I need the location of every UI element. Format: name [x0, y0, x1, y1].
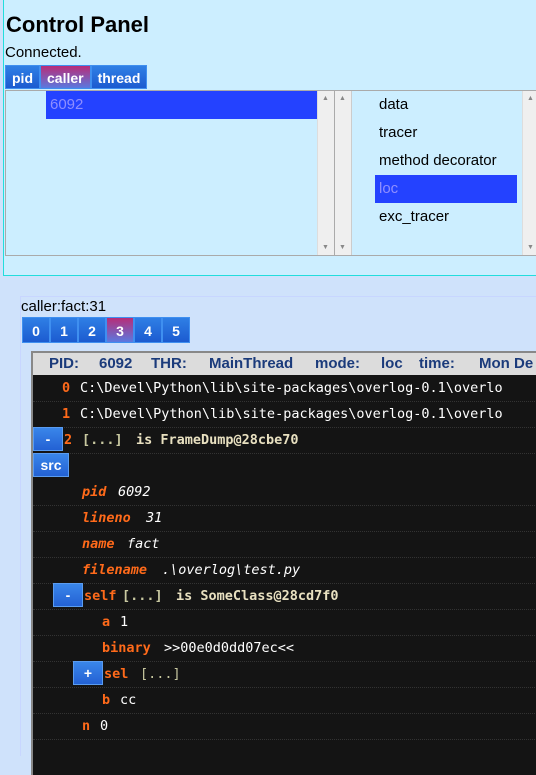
time-label: time:: [419, 355, 455, 372]
field-key: pid: [82, 484, 107, 500]
field-value: >>00e0d0dd07ec<<: [164, 640, 295, 656]
pid-value: 6092: [99, 355, 133, 372]
field-key: sel: [104, 666, 129, 682]
frame-path: C:\Devel\Python\lib\site-packages\overlo…: [80, 380, 503, 396]
field-key: self: [84, 588, 117, 604]
list-item-method-decorator[interactable]: method decorator: [375, 147, 517, 175]
field-value: cc: [120, 692, 137, 708]
pid-list-scrollbar[interactable]: ▲ ▼: [317, 91, 334, 255]
scroll-down-icon[interactable]: ▼: [339, 244, 346, 251]
expand-button[interactable]: +: [73, 661, 103, 685]
tree-row-b: b cc: [33, 687, 536, 714]
control-panel: Control Panel Connected. pid caller thre…: [3, 0, 536, 276]
field-key: b: [102, 692, 111, 708]
list-item-exc-tracer[interactable]: exc_tracer: [375, 203, 517, 231]
frame-tree: 0 C:\Devel\Python\lib\site-packages\over…: [31, 375, 536, 775]
time-value: Mon De: [479, 355, 534, 372]
field-key: binary: [102, 640, 151, 656]
field-key: a: [102, 614, 111, 630]
scroll-up-icon[interactable]: ▲: [527, 95, 534, 102]
tab-thread[interactable]: thread: [90, 65, 148, 89]
list-item-pid[interactable]: 6092: [46, 91, 318, 119]
field-key: filename: [82, 562, 148, 578]
tree-row-lineno: lineno 31: [33, 505, 536, 532]
caller-label: caller:fact:31: [21, 298, 107, 315]
page-title: Control Panel: [6, 12, 150, 37]
caller-list-scrollbar[interactable]: ▲ ▼: [522, 91, 536, 255]
frame-index: 0: [62, 380, 71, 396]
control-panel-tabs: pid caller thread: [5, 65, 148, 89]
tab-pid[interactable]: pid: [5, 65, 40, 89]
frame-header-bar: PID: 6092 THR: MainThread mode: loc time…: [31, 351, 536, 375]
tree-row-sel[interactable]: + sel [...]: [33, 661, 536, 688]
tree-row-n: n 0: [33, 713, 536, 740]
scroll-down-icon[interactable]: ▼: [527, 244, 534, 251]
frame-index: 1: [62, 406, 71, 422]
list-item-data[interactable]: data: [375, 91, 517, 119]
object-description: is SomeClass@28cd7f0: [176, 588, 339, 604]
collapse-button[interactable]: -: [53, 583, 83, 607]
frame-tab-1[interactable]: 1: [50, 317, 78, 343]
scroll-down-icon[interactable]: ▼: [322, 244, 329, 251]
caller-list-scrollbar-left[interactable]: ▲ ▼: [335, 91, 352, 255]
tree-row-frame-0[interactable]: 0 C:\Devel\Python\lib\site-packages\over…: [33, 375, 536, 402]
tree-row-pid: pid 6092: [33, 479, 536, 506]
tree-row-binary: binary >>00e0d0dd07ec<<: [33, 635, 536, 662]
collapse-button[interactable]: -: [33, 427, 63, 451]
list-item-tracer[interactable]: tracer: [375, 119, 517, 147]
field-value: 6092: [118, 484, 151, 500]
frame-detail-panel: caller:fact:31 0 1 2 3 4 5 PID: 6092 THR…: [20, 296, 536, 775]
field-key: n: [82, 718, 91, 734]
field-value: fact: [127, 536, 160, 552]
scroll-up-icon[interactable]: ▲: [322, 95, 329, 102]
expand-bracket[interactable]: [...]: [122, 583, 163, 609]
frame-tab-3[interactable]: 3: [106, 317, 134, 343]
field-value: 31: [146, 510, 163, 526]
field-key: lineno: [82, 510, 131, 526]
field-key: name: [82, 536, 115, 552]
pid-listbox[interactable]: 6092 ▲ ▼: [5, 90, 335, 256]
tree-row-a: a 1: [33, 609, 536, 636]
thr-value: MainThread: [209, 355, 294, 372]
thr-label: THR:: [151, 355, 187, 372]
field-value: 0: [100, 718, 109, 734]
tree-row-name: name fact: [33, 531, 536, 558]
frame-tab-0[interactable]: 0: [22, 317, 50, 343]
src-button[interactable]: src: [33, 453, 69, 477]
tree-row-frame-1[interactable]: 1 C:\Devel\Python\lib\site-packages\over…: [33, 401, 536, 428]
tab-caller[interactable]: caller: [40, 65, 91, 89]
frame-tab-5[interactable]: 5: [162, 317, 190, 343]
scroll-up-icon[interactable]: ▲: [339, 95, 346, 102]
connection-status: Connected.: [5, 44, 82, 61]
frame-tab-4[interactable]: 4: [134, 317, 162, 343]
field-value: .\overlog\test.py: [162, 562, 301, 578]
mode-label: mode:: [315, 355, 360, 372]
tree-row-filename: filename .\overlog\test.py: [33, 557, 536, 584]
caller-listbox[interactable]: ▲ ▼ data tracer method decorator loc exc…: [334, 90, 536, 256]
list-item-loc[interactable]: loc: [375, 175, 517, 203]
field-value: 1: [120, 614, 129, 630]
pid-label: PID:: [49, 355, 79, 372]
mode-value: loc: [381, 355, 403, 372]
object-description: is FrameDump@28cbe70: [136, 432, 299, 448]
expand-bracket[interactable]: [...]: [82, 427, 123, 453]
frame-tabs: 0 1 2 3 4 5: [22, 317, 190, 343]
tree-row-self[interactable]: - self [...] is SomeClass@28cd7f0: [33, 583, 536, 610]
frame-path: C:\Devel\Python\lib\site-packages\overlo…: [80, 406, 503, 422]
expand-bracket[interactable]: [...]: [140, 661, 181, 687]
frame-tab-2[interactable]: 2: [78, 317, 106, 343]
tree-row-frame-2[interactable]: - 2 [...] is FrameDump@28cbe70: [33, 427, 536, 454]
frame-index: 2: [64, 432, 73, 448]
